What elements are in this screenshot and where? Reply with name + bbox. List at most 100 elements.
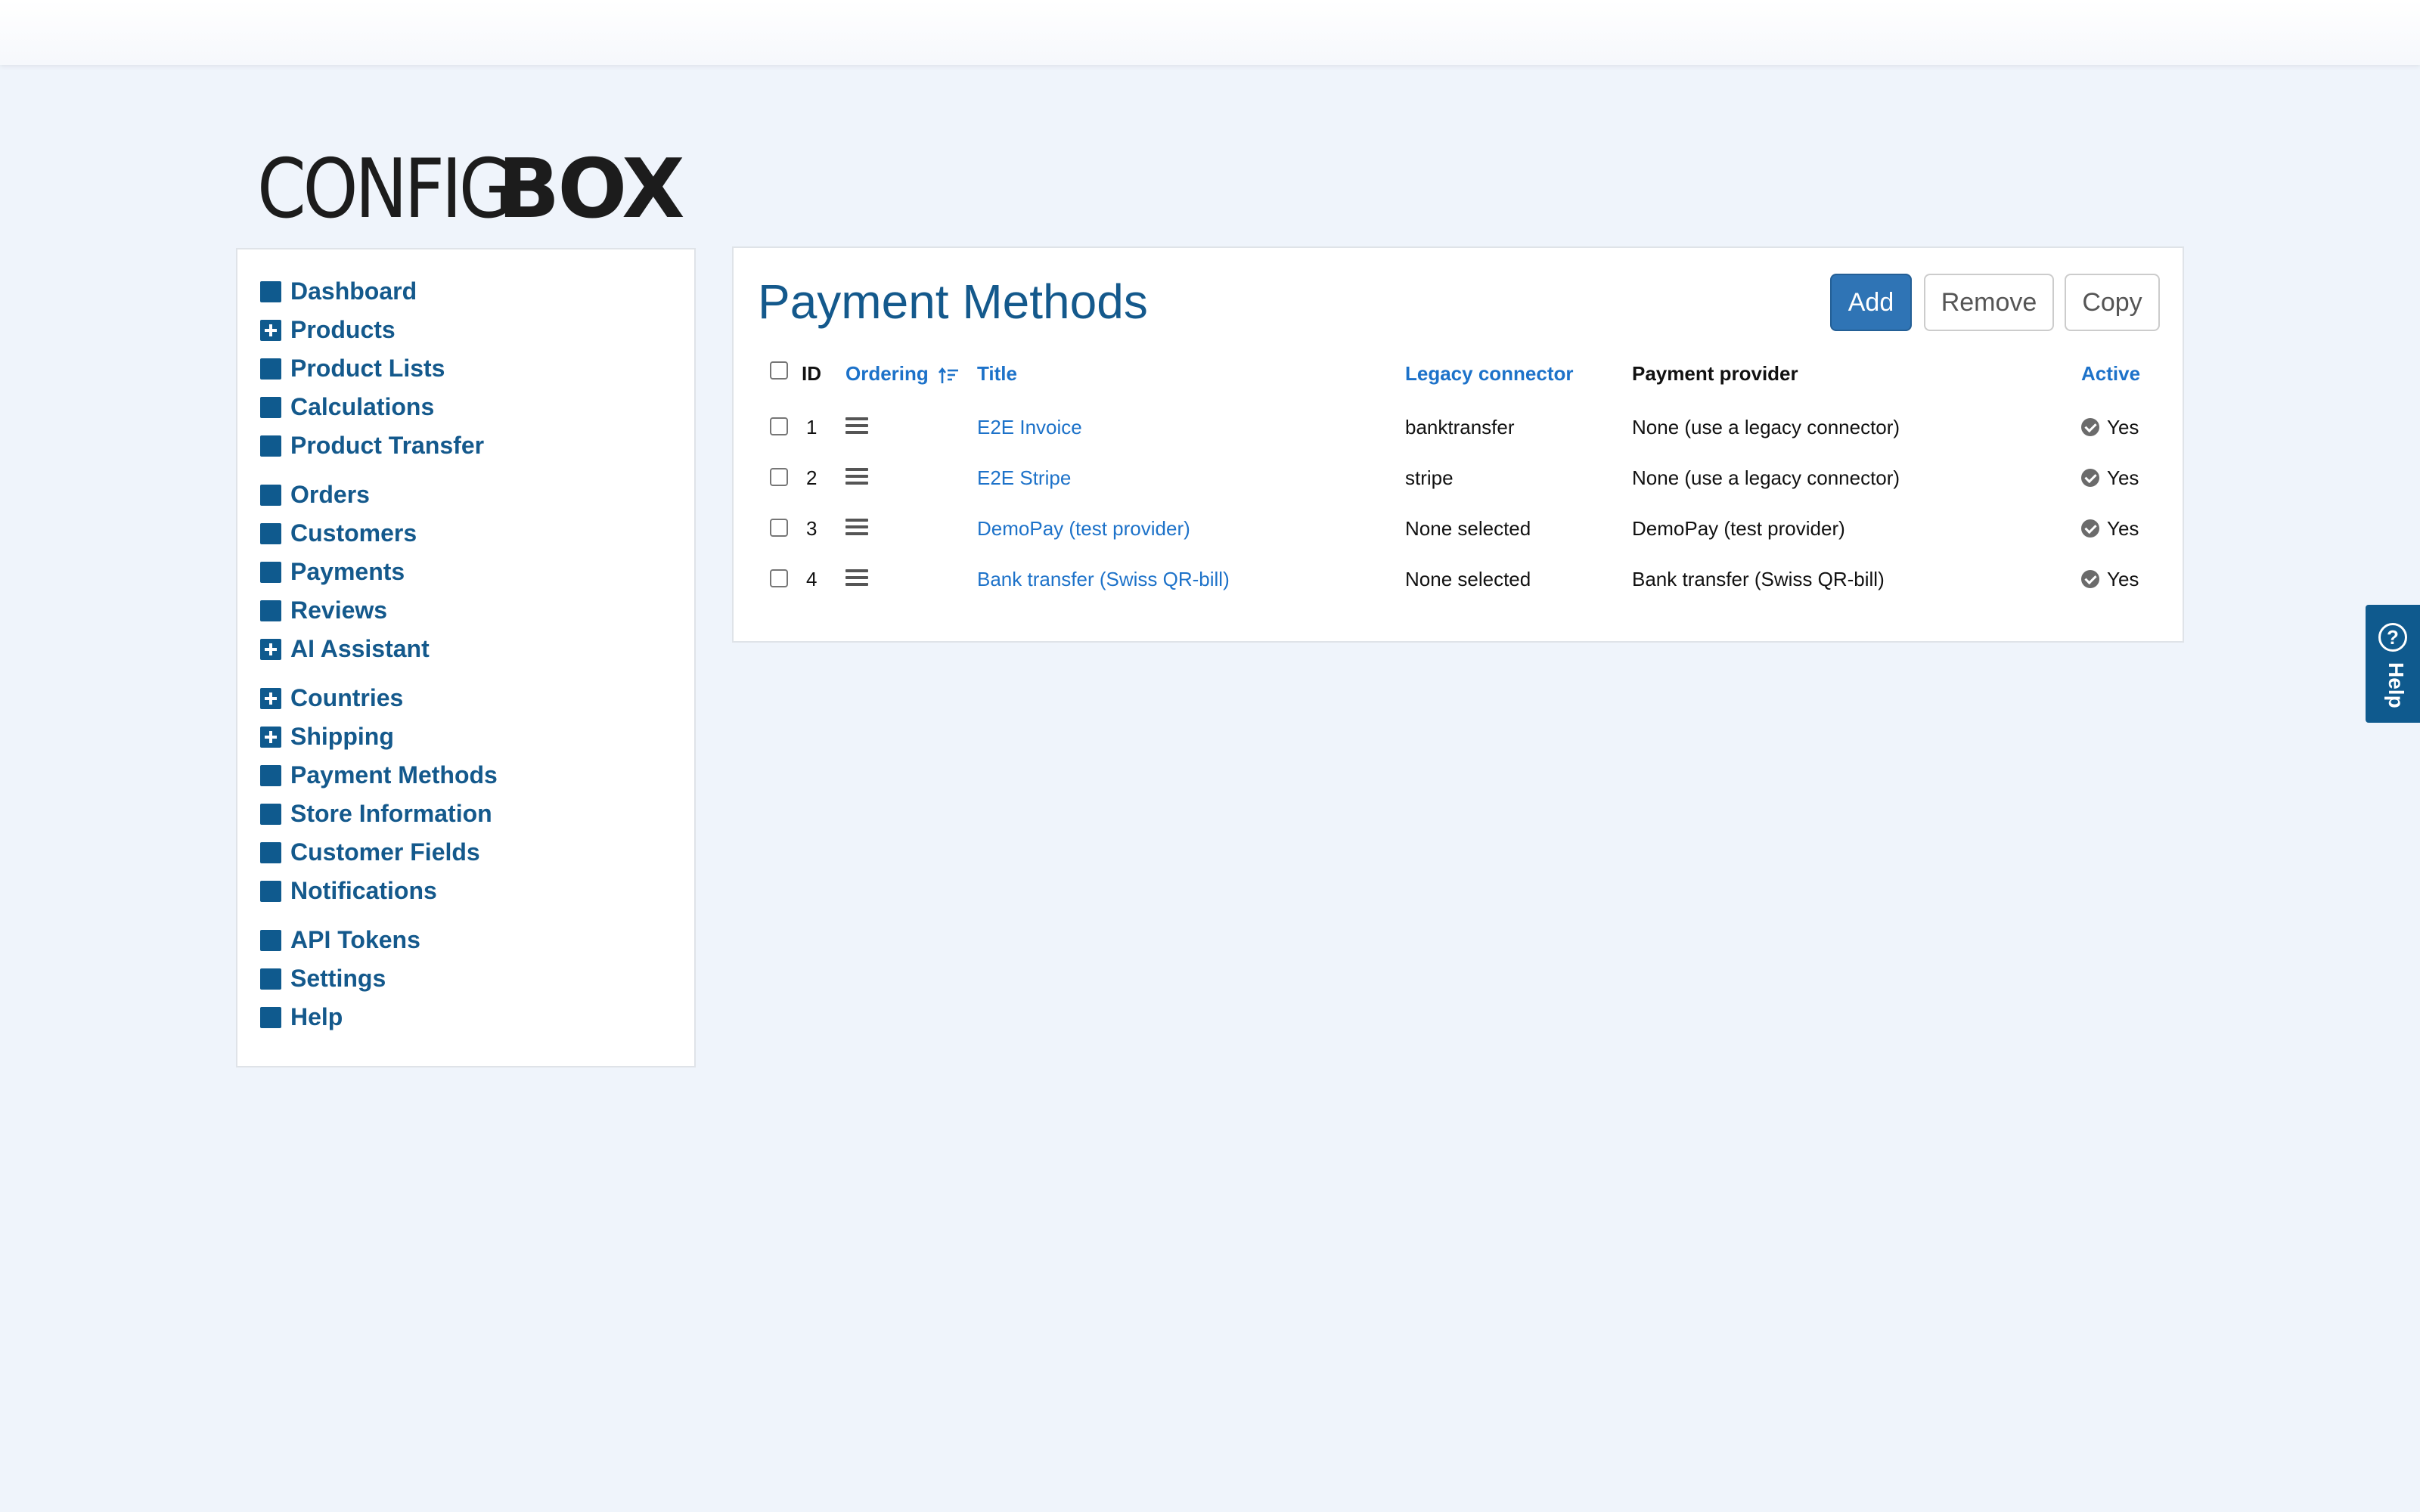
sidebar-group: Dashboard Products Product Lists Calculatio… — [260, 272, 694, 465]
row-legacy-connector: banktransfer — [1405, 416, 1515, 438]
column-header-legacy-connector[interactable]: Legacy connector — [1405, 361, 1574, 386]
plus-square-icon[interactable] — [260, 726, 281, 748]
sidebar-item-customers[interactable]: Customers — [260, 514, 694, 553]
row-active[interactable]: Yes — [2107, 503, 2139, 553]
row-id: 1 — [806, 416, 818, 438]
row-checkbox[interactable] — [770, 468, 788, 486]
add-button[interactable]: Add — [1830, 274, 1912, 331]
remove-button[interactable]: Remove — [1924, 274, 2054, 331]
plus-square-icon[interactable] — [260, 687, 281, 709]
row-active[interactable]: Yes — [2107, 554, 2139, 604]
sidebar-item-label: Store Information — [290, 800, 492, 827]
check-circle-icon[interactable] — [2081, 418, 2099, 436]
sidebar-item-label: Dashboard — [290, 277, 417, 305]
row-checkbox[interactable] — [770, 417, 788, 435]
drag-handle-icon[interactable] — [845, 519, 868, 538]
table-row: 1 E2E Invoice banktransfer None (use a lega… — [734, 402, 2186, 452]
copy-button[interactable]: Copy — [2065, 274, 2160, 331]
plus-square-icon[interactable] — [260, 319, 281, 341]
square-bullet-icon — [260, 803, 281, 825]
column-header-payment-provider: Payment provider — [1632, 362, 1798, 385]
sidebar-item-store-information[interactable]: Store Information — [260, 795, 694, 833]
sidebar-item-products[interactable]: Products — [260, 311, 694, 349]
row-active[interactable]: Yes — [2107, 453, 2139, 503]
page-title: Payment Methods — [758, 274, 1148, 329]
row-payment-provider: Bank transfer (Swiss QR-bill) — [1632, 568, 1885, 590]
help-tab[interactable]: ? Help — [2366, 605, 2420, 723]
sidebar-item-label: Payments — [290, 558, 405, 585]
sidebar-item-label: Settings — [290, 965, 386, 992]
square-bullet-icon — [260, 280, 281, 302]
help-circle-icon: ? — [2378, 623, 2407, 652]
drag-handle-icon[interactable] — [845, 569, 868, 589]
row-id: 4 — [806, 568, 818, 590]
row-title-link[interactable]: E2E Stripe — [977, 453, 1071, 503]
check-circle-icon[interactable] — [2081, 570, 2099, 588]
square-bullet-icon — [260, 929, 281, 951]
logo-part-config: CONFIG — [257, 142, 513, 237]
column-header-id: ID — [802, 362, 821, 385]
plus-square-icon[interactable] — [260, 638, 281, 660]
row-active[interactable]: Yes — [2107, 402, 2139, 452]
row-checkbox[interactable] — [770, 569, 788, 587]
row-id: 2 — [806, 466, 818, 489]
row-checkbox[interactable] — [770, 519, 788, 537]
sidebar-item-label: API Tokens — [290, 926, 420, 953]
sidebar-item-countries[interactable]: Countries — [260, 679, 694, 717]
sidebar-item-dashboard[interactable]: Dashboard — [260, 272, 694, 311]
table-row: 2 E2E Stripe stripe None (use a legacy conn… — [734, 453, 2186, 503]
payment-methods-panel: Payment Methods Add Remove Copy ID Order… — [732, 246, 2184, 643]
drag-handle-icon[interactable] — [845, 417, 868, 437]
column-header-active[interactable]: Active — [2081, 361, 2140, 386]
square-bullet-icon — [260, 484, 281, 506]
sidebar-item-label: Product Transfer — [290, 432, 485, 459]
sidebar-nav: Dashboard Products Product Lists Calculatio… — [236, 248, 696, 1067]
sidebar-item-label: Orders — [290, 481, 370, 508]
square-bullet-icon — [260, 561, 281, 583]
sort-ascending-icon — [939, 366, 960, 384]
sidebar-item-calculations[interactable]: Calculations — [260, 388, 694, 426]
sidebar-item-settings[interactable]: Settings — [260, 959, 694, 998]
sidebar-item-label: Products — [290, 316, 396, 343]
column-header-title[interactable]: Title — [977, 361, 1017, 386]
row-title-link[interactable]: Bank transfer (Swiss QR-bill) — [977, 554, 1230, 604]
sidebar-item-label: AI Assistant — [290, 635, 430, 662]
check-circle-icon[interactable] — [2081, 469, 2099, 487]
row-legacy-connector: stripe — [1405, 466, 1454, 489]
table-row: 3 DemoPay (test provider) None selected Dem… — [734, 503, 2186, 553]
sidebar-item-product-transfer[interactable]: Product Transfer — [260, 426, 694, 465]
sidebar-item-label: Customers — [290, 519, 417, 547]
configbox-logo: CONFIG BOX — [257, 142, 685, 237]
sidebar-item-shipping[interactable]: Shipping — [260, 717, 694, 756]
row-title-link[interactable]: E2E Invoice — [977, 402, 1082, 452]
sidebar-item-payments[interactable]: Payments — [260, 553, 694, 591]
square-bullet-icon — [260, 1006, 281, 1028]
drag-handle-icon[interactable] — [845, 468, 868, 488]
row-title-link[interactable]: DemoPay (test provider) — [977, 503, 1190, 553]
sidebar-item-payment-methods[interactable]: Payment Methods — [260, 756, 694, 795]
check-circle-icon[interactable] — [2081, 519, 2099, 538]
logo-part-box: BOX — [498, 142, 685, 237]
sidebar-item-help[interactable]: Help — [260, 998, 694, 1036]
sidebar-item-ai-assistant[interactable]: AI Assistant — [260, 630, 694, 668]
square-bullet-icon — [260, 396, 281, 418]
row-payment-provider: DemoPay (test provider) — [1632, 517, 1845, 540]
sidebar-item-product-lists[interactable]: Product Lists — [260, 349, 694, 388]
row-payment-provider: None (use a legacy connector) — [1632, 416, 1900, 438]
sidebar-item-label: Customer Fields — [290, 838, 480, 866]
sidebar-item-orders[interactable]: Orders — [260, 476, 694, 514]
row-legacy-connector: None selected — [1405, 568, 1531, 590]
square-bullet-icon — [260, 358, 281, 380]
sidebar-item-label: Countries — [290, 684, 404, 711]
sidebar-item-notifications[interactable]: Notifications — [260, 872, 694, 910]
sidebar-item-label: Reviews — [290, 596, 388, 624]
sidebar-item-reviews[interactable]: Reviews — [260, 591, 694, 630]
square-bullet-icon — [260, 764, 281, 786]
square-bullet-icon — [260, 968, 281, 990]
column-header-ordering[interactable]: Ordering — [845, 361, 960, 386]
sidebar-item-customer-fields[interactable]: Customer Fields — [260, 833, 694, 872]
select-all-checkbox[interactable] — [770, 361, 788, 380]
sidebar-item-label: Calculations — [290, 393, 435, 420]
square-bullet-icon — [260, 600, 281, 621]
sidebar-item-api-tokens[interactable]: API Tokens — [260, 921, 694, 959]
